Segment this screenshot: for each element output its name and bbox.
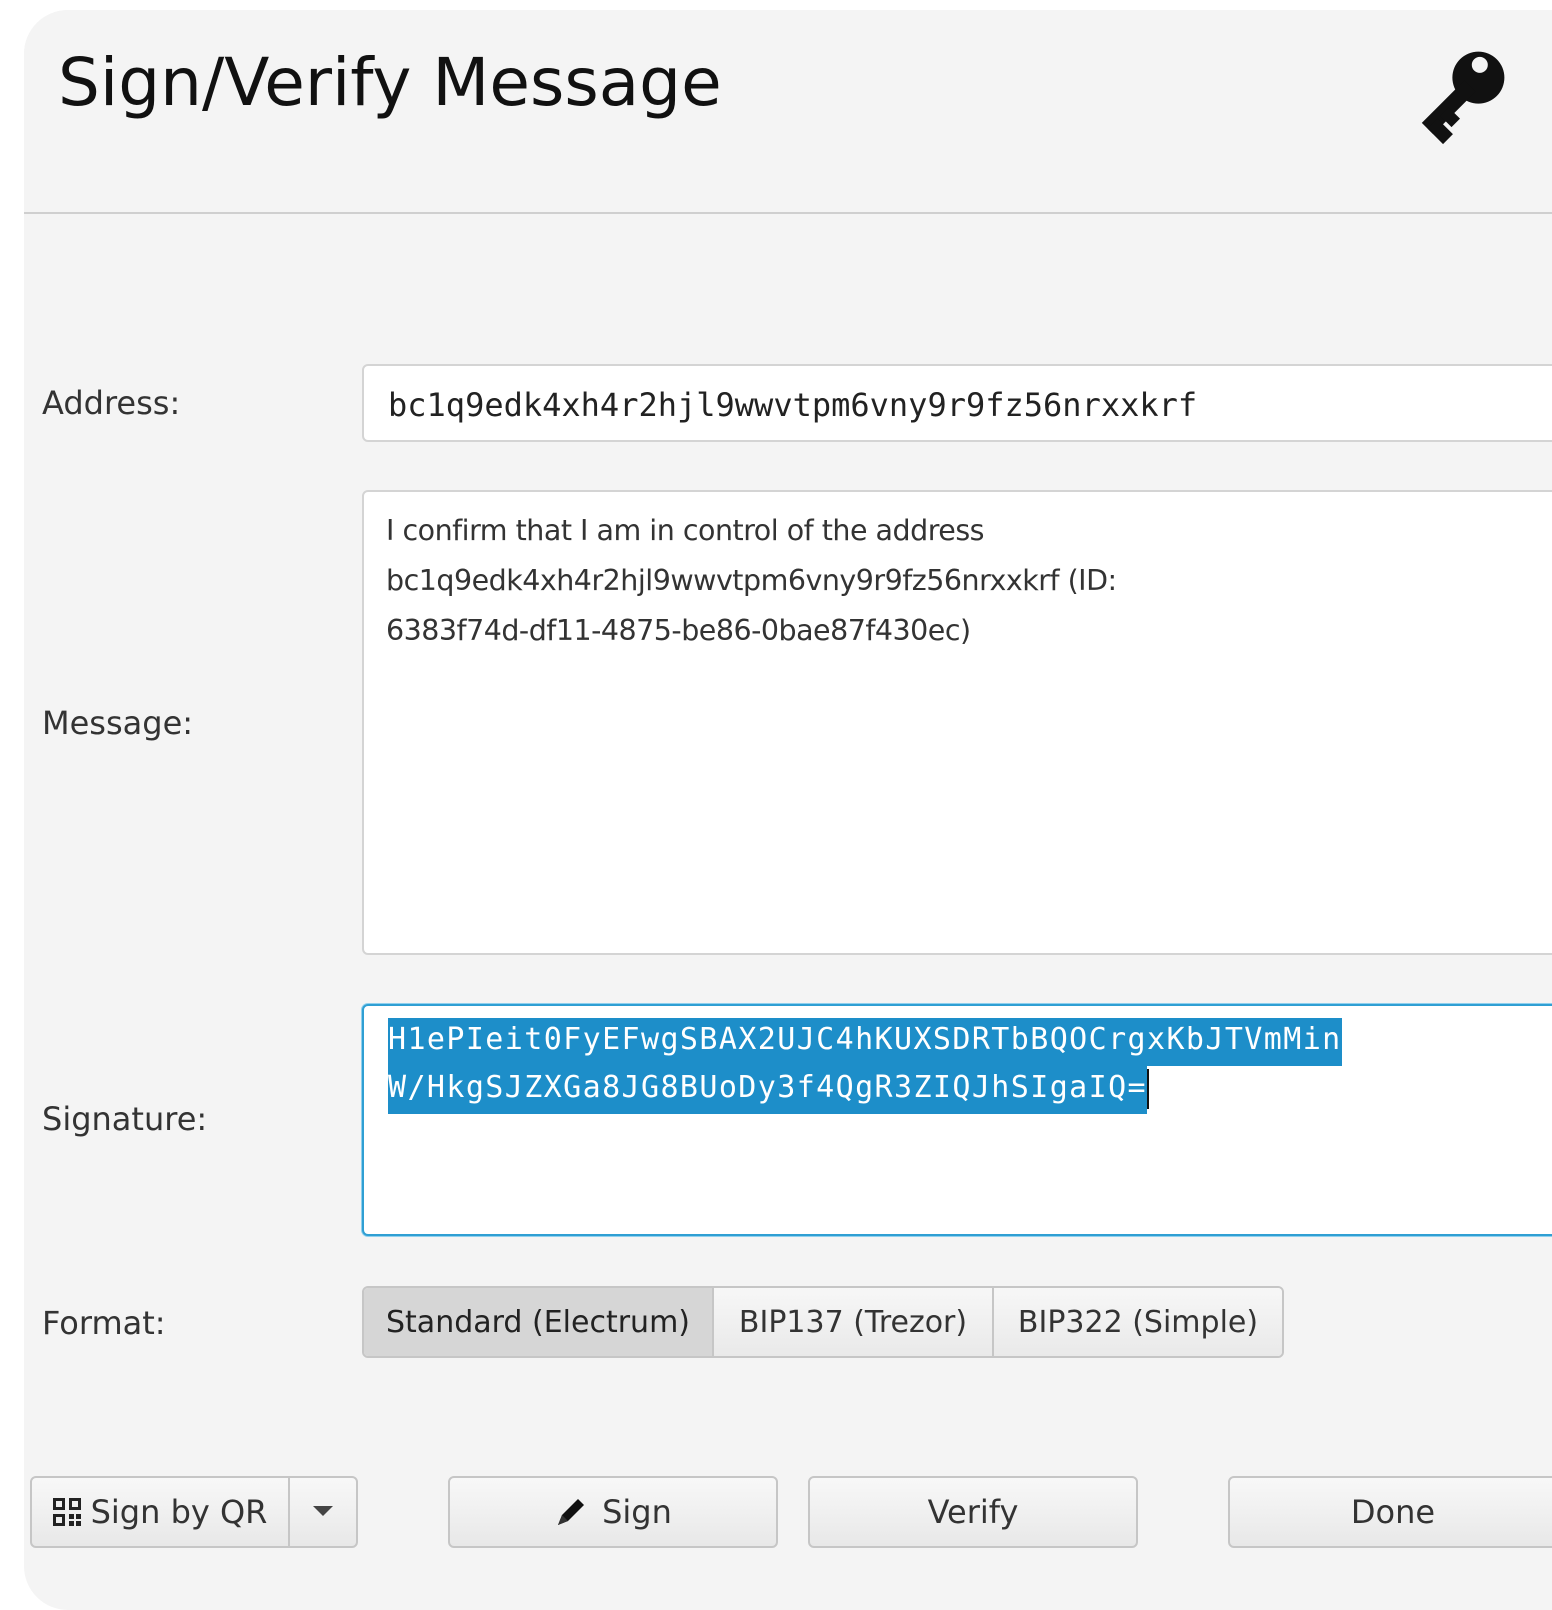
text-caret [1147,1068,1149,1109]
address-field[interactable]: bc1q9edk4xh4r2hjl9wwvtpm6vny9r9fz56nrxxk… [362,364,1552,442]
message-line: I confirm that I am in control of the ad… [386,514,985,547]
message-line: bc1q9edk4xh4r2hjl9wwvtpm6vny9r9fz56nrxxk… [386,564,1117,597]
format-segmented-control: Standard (Electrum) BIP137 (Trezor) BIP3… [362,1286,1284,1358]
sign-by-qr-button[interactable]: Sign by QR [32,1478,290,1546]
signature-field[interactable]: H1ePIeit0FyEFwgSBAX2UJC4hKUXSDRTbBQOCrgx… [362,1004,1552,1236]
dialog-title: Sign/Verify Message [58,44,722,121]
sign-verify-dialog: Sign/Verify Message Address: bc1q9edk4xh… [24,10,1552,1610]
verify-button[interactable]: Verify [808,1476,1138,1548]
message-text: I confirm that I am in control of the ad… [386,506,1226,656]
signature-line-selected: H1ePIeit0FyEFwgSBAX2UJC4hKUXSDRTbBQOCrgx… [388,1018,1342,1066]
format-label: Format: [42,1304,166,1342]
chevron-down-icon [313,1506,333,1516]
sign-button[interactable]: Sign [448,1476,778,1548]
sign-by-qr-dropdown-button[interactable] [290,1478,356,1546]
signature-text: H1ePIeit0FyEFwgSBAX2UJC4hKUXSDRTbBQOCrgx… [388,1018,1342,1114]
pen-icon [558,1499,585,1525]
sign-by-qr-label: Sign by QR [90,1493,268,1531]
format-option-standard[interactable]: Standard (Electrum) [364,1288,714,1356]
message-field[interactable]: I confirm that I am in control of the ad… [362,490,1552,955]
message-label: Message: [42,704,194,742]
qr-code-icon [52,1498,81,1526]
verify-label: Verify [927,1493,1019,1531]
sign-by-qr-split-button: Sign by QR [30,1476,358,1548]
format-option-bip137[interactable]: BIP137 (Trezor) [714,1288,994,1356]
address-value: bc1q9edk4xh4r2hjl9wwvtpm6vny9r9fz56nrxxk… [388,386,1198,424]
address-label: Address: [42,384,181,422]
done-button[interactable]: Done [1228,1476,1552,1548]
sign-label: Sign [602,1493,672,1531]
key-icon [1421,51,1505,145]
signature-line-selected: W/HkgSJZXGa8JG8BUoDy3f4QgR3ZIQJhSIgaIQ= [388,1066,1147,1114]
format-option-bip322[interactable]: BIP322 (Simple) [994,1288,1282,1356]
dialog-header: Sign/Verify Message [24,10,1552,214]
signature-label: Signature: [42,1100,208,1138]
done-label: Done [1350,1493,1436,1531]
message-line: 6383f74d-df11-4875-be86-0bae87f430ec) [386,614,971,647]
